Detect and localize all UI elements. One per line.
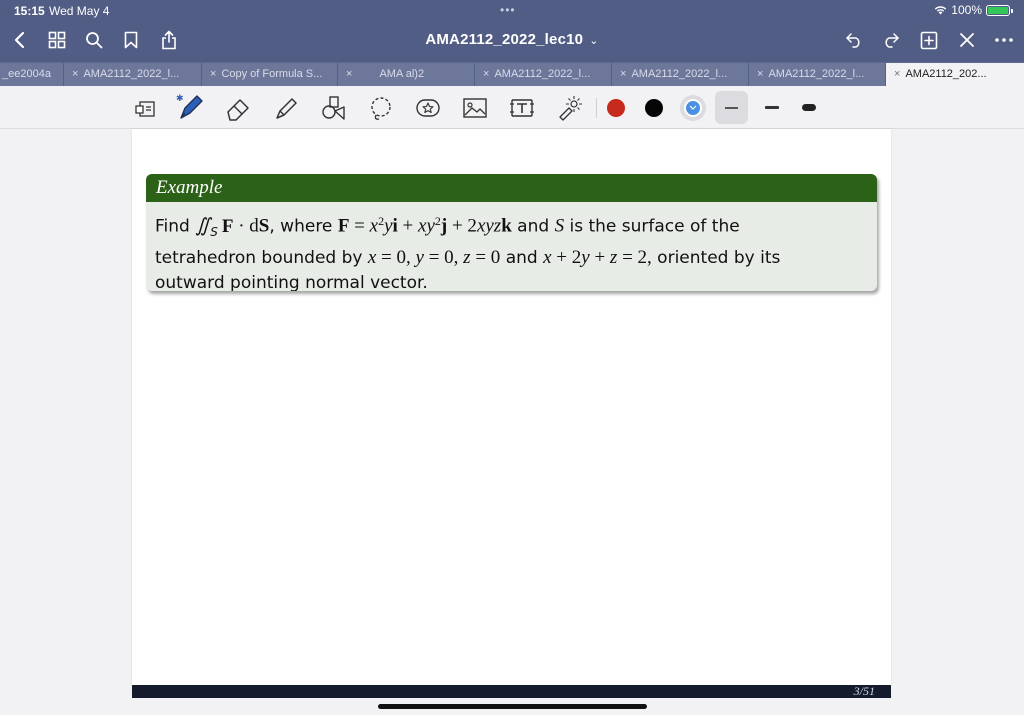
- block-title: Example: [146, 174, 877, 202]
- tab-close-icon[interactable]: ×: [757, 68, 763, 80]
- text-box-icon[interactable]: [508, 94, 536, 122]
- wifi-icon: [935, 6, 947, 15]
- status-time: 15:15: [14, 4, 45, 18]
- stroke-thin-option-selected[interactable]: [715, 91, 748, 124]
- eraser-icon[interactable]: [224, 94, 252, 122]
- stroke-thick-option[interactable]: [800, 98, 820, 118]
- top-bar: 15:15 Wed May 4 ••• 100% AMA2112_2022_le…: [0, 0, 1024, 62]
- multitasking-dots-icon[interactable]: •••: [500, 3, 516, 17]
- tab-2[interactable]: × Copy of Formula S...: [202, 63, 338, 87]
- home-indicator[interactable]: [378, 704, 647, 709]
- problem-line-2: tetrahedron bounded by x = 0, y = 0, z =…: [155, 247, 781, 269]
- tab-0[interactable]: _ee2004a: [0, 63, 64, 87]
- tab-close-icon[interactable]: ×: [72, 68, 78, 80]
- color-black-swatch[interactable]: [645, 99, 663, 117]
- tab-7-active[interactable]: × AMA2112_202...: [886, 63, 1024, 87]
- slide-footer: 3/51: [132, 684, 891, 698]
- example-block: Example Find ∬S F · dS, where F = x2yi + …: [146, 174, 877, 291]
- close-icon[interactable]: [956, 29, 978, 51]
- sticker-icon[interactable]: [414, 94, 442, 122]
- slide-page[interactable]: Example Find ∬S F · dS, where F = x2yi + …: [132, 129, 891, 698]
- tab-close-icon[interactable]: ×: [894, 68, 900, 80]
- more-options-icon[interactable]: [993, 29, 1015, 51]
- tab-5[interactable]: × AMA2112_2022_l...: [612, 63, 749, 87]
- pen-icon[interactable]: ✱: [176, 94, 204, 122]
- tab-bar: _ee2004a × AMA2112_2022_l... × Copy of For…: [0, 62, 1024, 87]
- color-red-swatch[interactable]: [607, 99, 625, 117]
- redo-icon[interactable]: [880, 29, 902, 51]
- tab-6[interactable]: × AMA2112_2022_l...: [749, 63, 886, 87]
- highlighter-icon[interactable]: [272, 94, 300, 122]
- status-date: Wed May 4: [49, 4, 110, 18]
- laser-pointer-icon[interactable]: [555, 94, 583, 122]
- block-body: Find ∬S F · dS, where F = x2yi + xy2j + 2…: [146, 202, 877, 291]
- problem-line-3: outward pointing normal vector.: [155, 273, 428, 291]
- read-mode-icon[interactable]: [131, 94, 159, 122]
- tab-close-icon[interactable]: ×: [346, 68, 352, 80]
- image-icon[interactable]: [461, 94, 489, 122]
- slide-page-number: 3/51: [853, 684, 875, 698]
- battery-icon: [986, 4, 1013, 16]
- annotation-toolbar: ✱: [0, 86, 1024, 129]
- tab-close-icon[interactable]: ×: [620, 68, 626, 80]
- svg-text:✱: ✱: [176, 94, 184, 104]
- undo-icon[interactable]: [843, 29, 865, 51]
- battery-percent: 100%: [951, 3, 982, 17]
- add-page-icon[interactable]: [918, 29, 940, 51]
- chevron-down-icon: ⌄: [589, 35, 599, 47]
- shapes-icon[interactable]: [319, 94, 347, 122]
- status-right: 100%: [934, 3, 1013, 17]
- toolbar-divider: [596, 98, 597, 118]
- document-title[interactable]: AMA2112_2022_lec10 ⌄: [0, 31, 1024, 48]
- tab-close-icon[interactable]: ×: [210, 68, 216, 80]
- problem-line-1: Find ∬S F · dS, where F = x2yi + xy2j + 2…: [155, 214, 740, 240]
- tab-close-icon[interactable]: ×: [483, 68, 489, 80]
- tab-4[interactable]: × AMA2112_2022_l...: [475, 63, 612, 87]
- color-blue-swatch[interactable]: [684, 99, 702, 117]
- stroke-medium-option[interactable]: [763, 98, 783, 118]
- tab-3[interactable]: × AMA al)2: [338, 63, 475, 87]
- lasso-icon[interactable]: [367, 94, 395, 122]
- tab-1[interactable]: × AMA2112_2022_l...: [64, 63, 202, 87]
